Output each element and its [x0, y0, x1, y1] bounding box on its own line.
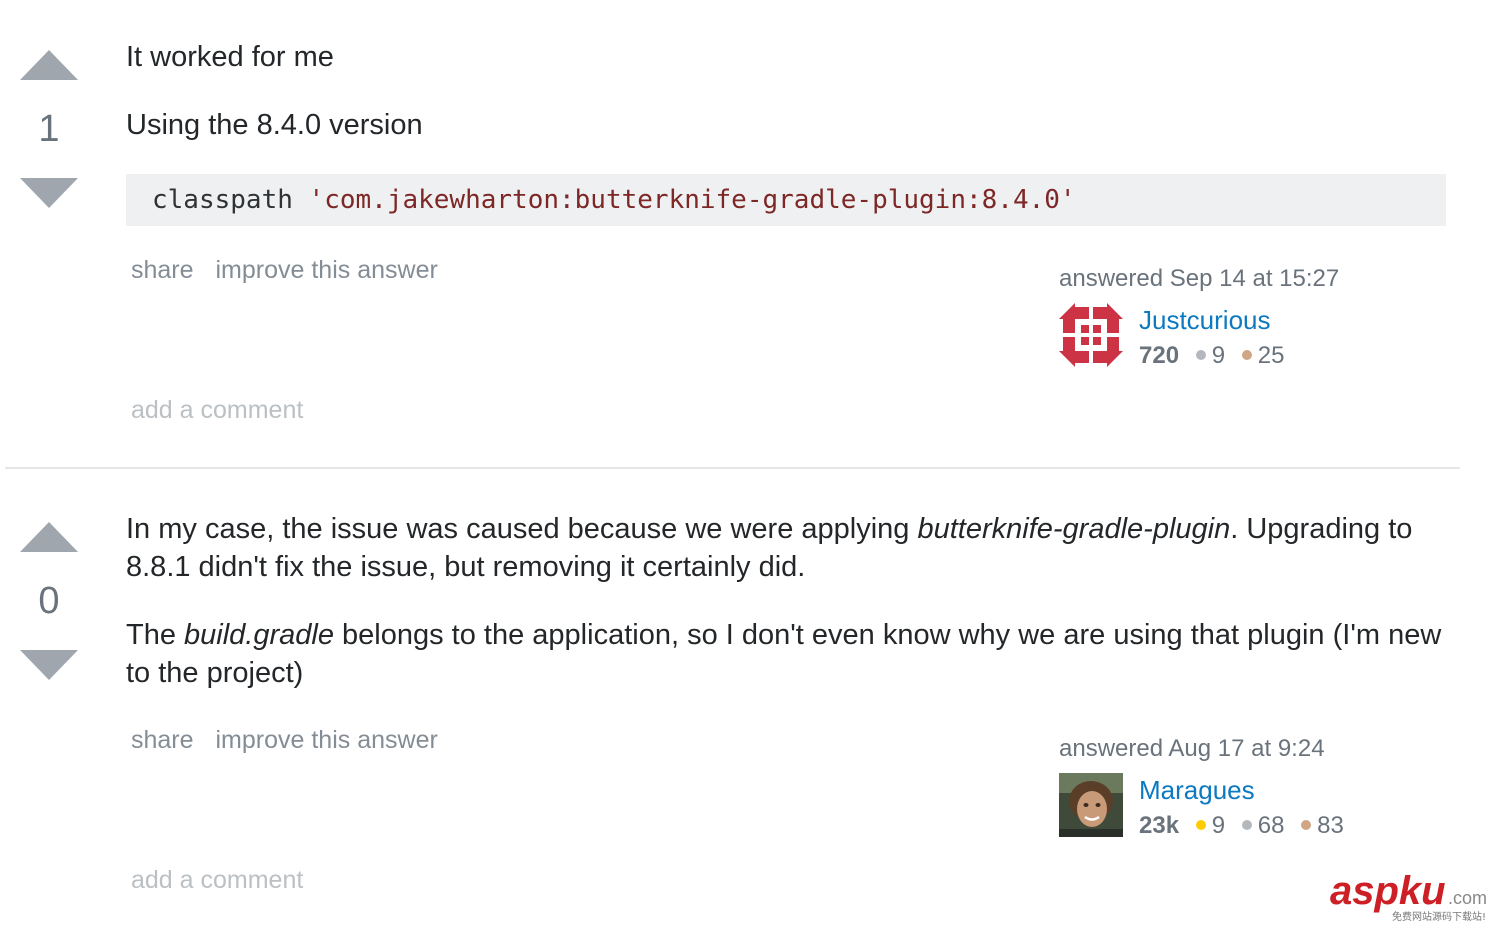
text-segment: In my case, the issue was caused because…	[126, 513, 918, 545]
paragraph: It worked for me	[126, 41, 334, 73]
answer-body: It worked for me Using the 8.4.0 version	[126, 38, 1446, 144]
user-reputation: 23k 9 68 83	[1139, 812, 1354, 840]
aspku-logo-icon: aspku .com 免费网站源码下载站!	[1330, 869, 1487, 923]
improve-answer-link[interactable]: improve this answer	[216, 726, 438, 754]
bronze-badge-icon	[1301, 819, 1312, 830]
share-link[interactable]: share	[131, 256, 194, 284]
silver-badge-icon	[1241, 819, 1252, 830]
post-menu: share improve this answer	[131, 726, 453, 755]
user-avatar[interactable]	[1059, 303, 1123, 367]
emphasis: butterknife-gradle-plugin	[917, 513, 1231, 545]
user-name-link[interactable]: Maragues	[1139, 775, 1255, 806]
user-signature: answered Sep 14 at 15:27 Justcurious 720…	[1059, 265, 1419, 375]
answer-body: In my case, the issue was caused because…	[126, 510, 1446, 692]
vote-count: 0	[38, 580, 60, 622]
gold-badge: 9	[1195, 812, 1226, 840]
user-photo-icon	[1059, 773, 1123, 837]
vote-count: 1	[38, 108, 60, 150]
silver-count: 9	[1211, 342, 1226, 369]
bronze-count: 83	[1317, 812, 1344, 839]
paragraph: In my case, the issue was caused because…	[126, 510, 1446, 586]
watermark-suffix: .com	[1448, 888, 1487, 908]
code-keyword: classpath	[152, 185, 293, 215]
text-segment: The	[126, 619, 185, 651]
post-menu: share improve this answer	[131, 256, 453, 285]
vote-down-icon[interactable]	[20, 650, 78, 680]
answer-2: 0 In my case, the issue was caused becau…	[0, 469, 1502, 928]
silver-badge: 9	[1195, 342, 1226, 370]
emphasis: build.gradle	[184, 619, 334, 651]
paragraph: The build.gradle belongs to the applicat…	[126, 616, 1446, 692]
silver-badge-icon	[1195, 349, 1206, 360]
user-avatar[interactable]	[1059, 773, 1123, 837]
vote-up-icon[interactable]	[20, 50, 78, 80]
gold-badge-icon	[1195, 819, 1206, 830]
paragraph: Using the 8.4.0 version	[126, 109, 423, 141]
answer-1: 1 It worked for me Using the 8.4.0 versi…	[0, 0, 1502, 468]
bronze-count: 25	[1257, 342, 1285, 369]
identicon-icon	[1059, 303, 1123, 367]
user-signature: answered Aug 17 at 9:24 Maragues 23k 9 6…	[1059, 735, 1419, 845]
watermark-main: aspku	[1330, 869, 1446, 913]
watermark-tagline: 免费网站源码下载站!	[1392, 910, 1486, 923]
silver-badge: 68	[1241, 812, 1285, 840]
vote-up-icon[interactable]	[20, 522, 78, 552]
site-watermark: aspku .com 免费网站源码下载站!	[1330, 866, 1500, 926]
add-comment-link[interactable]: add a comment	[131, 866, 303, 895]
user-reputation: 720 9 25	[1139, 342, 1294, 370]
vote-down-icon[interactable]	[20, 178, 78, 208]
add-comment-link[interactable]: add a comment	[131, 396, 303, 425]
improve-answer-link[interactable]: improve this answer	[216, 256, 438, 284]
answered-time: answered Sep 14 at 15:27	[1059, 265, 1340, 292]
bronze-badge: 25	[1241, 342, 1285, 370]
code-block: classpath 'com.jakewharton:butterknife-g…	[126, 174, 1446, 226]
share-link[interactable]: share	[131, 726, 194, 754]
reputation-score: 720	[1139, 342, 1180, 369]
gold-count: 9	[1211, 812, 1226, 839]
user-name-link[interactable]: Justcurious	[1139, 305, 1271, 336]
silver-count: 68	[1257, 812, 1285, 839]
reputation-score: 23k	[1139, 812, 1180, 839]
bronze-badge: 83	[1301, 812, 1344, 840]
code-string: 'com.jakewharton:butterknife-gradle-plug…	[308, 185, 1076, 215]
answered-time: answered Aug 17 at 9:24	[1059, 735, 1325, 762]
bronze-badge-icon	[1241, 349, 1252, 360]
